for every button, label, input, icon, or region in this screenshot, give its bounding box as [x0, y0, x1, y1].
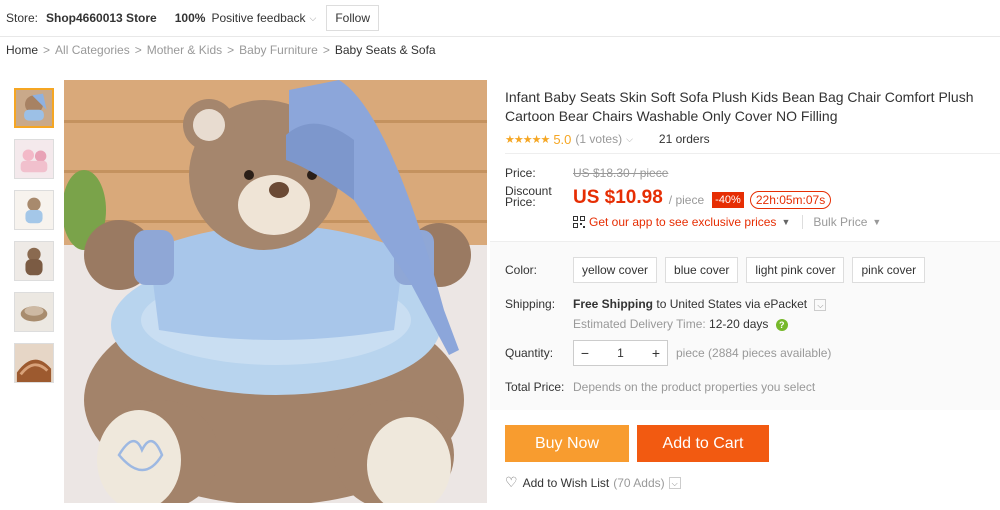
votes-count[interactable]: (1 votes) [575, 132, 622, 146]
breadcrumb-mother-kids[interactable]: Mother & Kids [147, 43, 222, 59]
follow-button[interactable]: Follow [326, 5, 380, 31]
thumbnail-1[interactable] [14, 88, 54, 128]
help-icon[interactable]: ? [775, 319, 788, 331]
minus-icon[interactable]: − [574, 341, 596, 365]
breadcrumb-separator: > [322, 43, 330, 57]
quantity-stepper: − 1 + [573, 340, 668, 366]
price-unit: / piece [668, 193, 705, 207]
shipping-method[interactable]: Free Shipping to United States via ePack… [573, 297, 827, 311]
chevron-down-icon[interactable]: ⌵ [310, 13, 317, 24]
main-product-image[interactable] [64, 80, 487, 503]
total-row: Total Price: Depends on the product prop… [505, 380, 815, 394]
feedback-label[interactable]: Positive feedback [211, 11, 305, 25]
product-info: Infant Baby Seats Skin Soft Sofa Plush K… [505, 80, 1000, 147]
color-label: Color: [505, 263, 538, 277]
feedback-percent: 100% [174, 11, 206, 25]
buy-now-button[interactable]: Buy Now [505, 425, 629, 462]
heart-icon[interactable]: ♡ [505, 474, 518, 491]
color-option-yellow[interactable]: yellow cover [573, 257, 658, 283]
thumbnail-6[interactable] [14, 343, 54, 383]
discount-price-label: Discount Price: [505, 184, 552, 209]
color-option-blue[interactable]: blue cover [665, 257, 739, 283]
wishlist-label[interactable]: Add to Wish List [523, 476, 610, 490]
thumbnail-5[interactable] [14, 292, 54, 332]
thumbnail-2[interactable] [14, 139, 54, 179]
breadcrumb-separator: > [134, 43, 142, 57]
countdown-timer: 22h:05m:07s [749, 191, 832, 209]
breadcrumb-separator: > [227, 43, 235, 57]
estimated-delivery-label: Estimated Delivery Time: [573, 317, 706, 331]
discount-badge: -40% [712, 192, 744, 208]
bulk-price-link[interactable]: Bulk Price [802, 215, 867, 229]
add-to-cart-button[interactable]: Add to Cart [637, 425, 769, 462]
store-label: Store: [6, 11, 39, 25]
thumbnail-4[interactable] [14, 241, 54, 281]
shipping-label: Shipping: [505, 297, 556, 311]
store-bar: Store: Shop4660013 Store 100% Positive f… [0, 0, 1000, 37]
breadcrumb-baby-seats[interactable]: Baby Seats & Sofa [335, 43, 436, 59]
breadcrumb-all-categories[interactable]: All Categories [55, 43, 130, 59]
chevron-down-icon[interactable]: ⌵ [668, 476, 681, 489]
breadcrumb-separator: > [43, 43, 51, 57]
discount-price: US $10.98 [573, 187, 663, 208]
pieces-available: piece (2884 pieces available) [676, 346, 832, 360]
rating-row: ★★★★★ 5.0 (1 votes) ⌵ 21 orders [505, 131, 1000, 147]
free-shipping-text: Free Shipping [573, 297, 654, 311]
caret-down-icon[interactable]: ▼ [781, 217, 790, 227]
star-rating-icon: ★★★★★ [505, 133, 550, 146]
quantity-input[interactable]: 1 [596, 341, 645, 365]
quantity-label: Quantity: [505, 346, 554, 360]
qr-code-icon [573, 216, 585, 228]
app-exclusive-link[interactable]: Get our app to see exclusive prices [589, 215, 776, 229]
shipping-row: Shipping: Free Shipping to United States… [505, 297, 827, 331]
total-price-note: Depends on the product properties you se… [573, 380, 816, 394]
quantity-row: Quantity: − 1 + piece (2884 pieces avail… [505, 340, 831, 366]
wishlist-count: (70 Adds) [613, 475, 665, 490]
estimated-delivery: Estimated Delivery Time: 12-20 days ? [573, 317, 826, 331]
original-price: US $18.30 / piece [573, 166, 669, 180]
breadcrumb-home[interactable]: Home [6, 43, 38, 59]
thumbnail-strip [14, 88, 56, 394]
wishlist-row[interactable]: ♡ Add to Wish List (70 Adds) ⌵ [505, 474, 681, 491]
discount-row: Discount Price: US $10.98 / piece -40% 2… [505, 184, 832, 209]
divider [505, 153, 1000, 154]
plus-icon[interactable]: + [645, 341, 667, 365]
caret-down-icon[interactable]: ▼ [872, 217, 881, 227]
bear-chair-illustration [64, 80, 487, 503]
breadcrumb-baby-furniture[interactable]: Baby Furniture [239, 43, 318, 59]
app-price-row: Get our app to see exclusive prices ▼ Bu… [573, 215, 881, 229]
delivery-days: 12-20 days [709, 317, 769, 331]
orders-count: 21 orders [658, 132, 710, 146]
color-options: Color: yellow cover blue cover light pin… [505, 257, 933, 283]
thumbnail-3[interactable] [14, 190, 54, 230]
chevron-down-icon[interactable]: ⌵ [814, 299, 827, 311]
chevron-down-icon[interactable]: ⌵ [626, 134, 633, 145]
price-label: Price: [505, 166, 536, 180]
shipping-destination: to United States via ePacket [656, 297, 808, 311]
color-option-light-pink[interactable]: light pink cover [746, 257, 845, 283]
breadcrumb: Home > All Categories > Mother & Kids > … [6, 43, 436, 59]
rating-value: 5.0 [553, 131, 572, 147]
color-option-pink[interactable]: pink cover [852, 257, 926, 283]
store-name-link[interactable]: Shop4660013 Store [46, 11, 157, 25]
total-price-label: Total Price: [505, 380, 565, 394]
price-row: Price: US $18.30 / piece [505, 166, 668, 180]
product-title: Infant Baby Seats Skin Soft Sofa Plush K… [505, 89, 974, 124]
